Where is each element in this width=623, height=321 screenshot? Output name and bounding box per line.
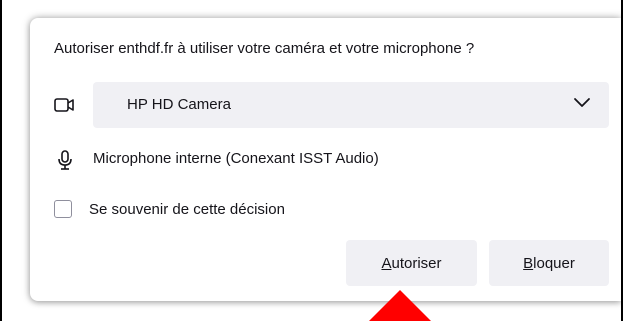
chevron-down-icon [574,98,590,107]
microphone-label: Microphone interne (Conexant ISST Audio) [93,150,379,167]
red-arrow-annotation [369,290,431,321]
microphone-icon [58,150,72,170]
allow-button-label: utoriser [391,254,442,272]
camera-icon [54,98,74,112]
camera-select[interactable]: HP HD Camera [93,82,609,128]
screenshot-stage: Autoriser enthdf.fr à utiliser votre cam… [0,0,623,321]
block-button-label: loquer [533,254,575,272]
window-edge-left [0,0,2,321]
allow-button-accesskey: A [381,254,392,272]
remember-checkbox[interactable] [54,200,72,218]
remember-label[interactable]: Se souvenir de cette décision [89,201,285,218]
permission-popup: Autoriser enthdf.fr à utiliser votre cam… [30,18,621,301]
permission-question: Autoriser enthdf.fr à utiliser votre cam… [54,40,475,57]
block-button[interactable]: Bloquer [489,240,609,286]
camera-select-value: HP HD Camera [127,96,231,113]
block-button-accesskey: B [523,254,534,272]
allow-button[interactable]: Autoriser [346,240,477,286]
